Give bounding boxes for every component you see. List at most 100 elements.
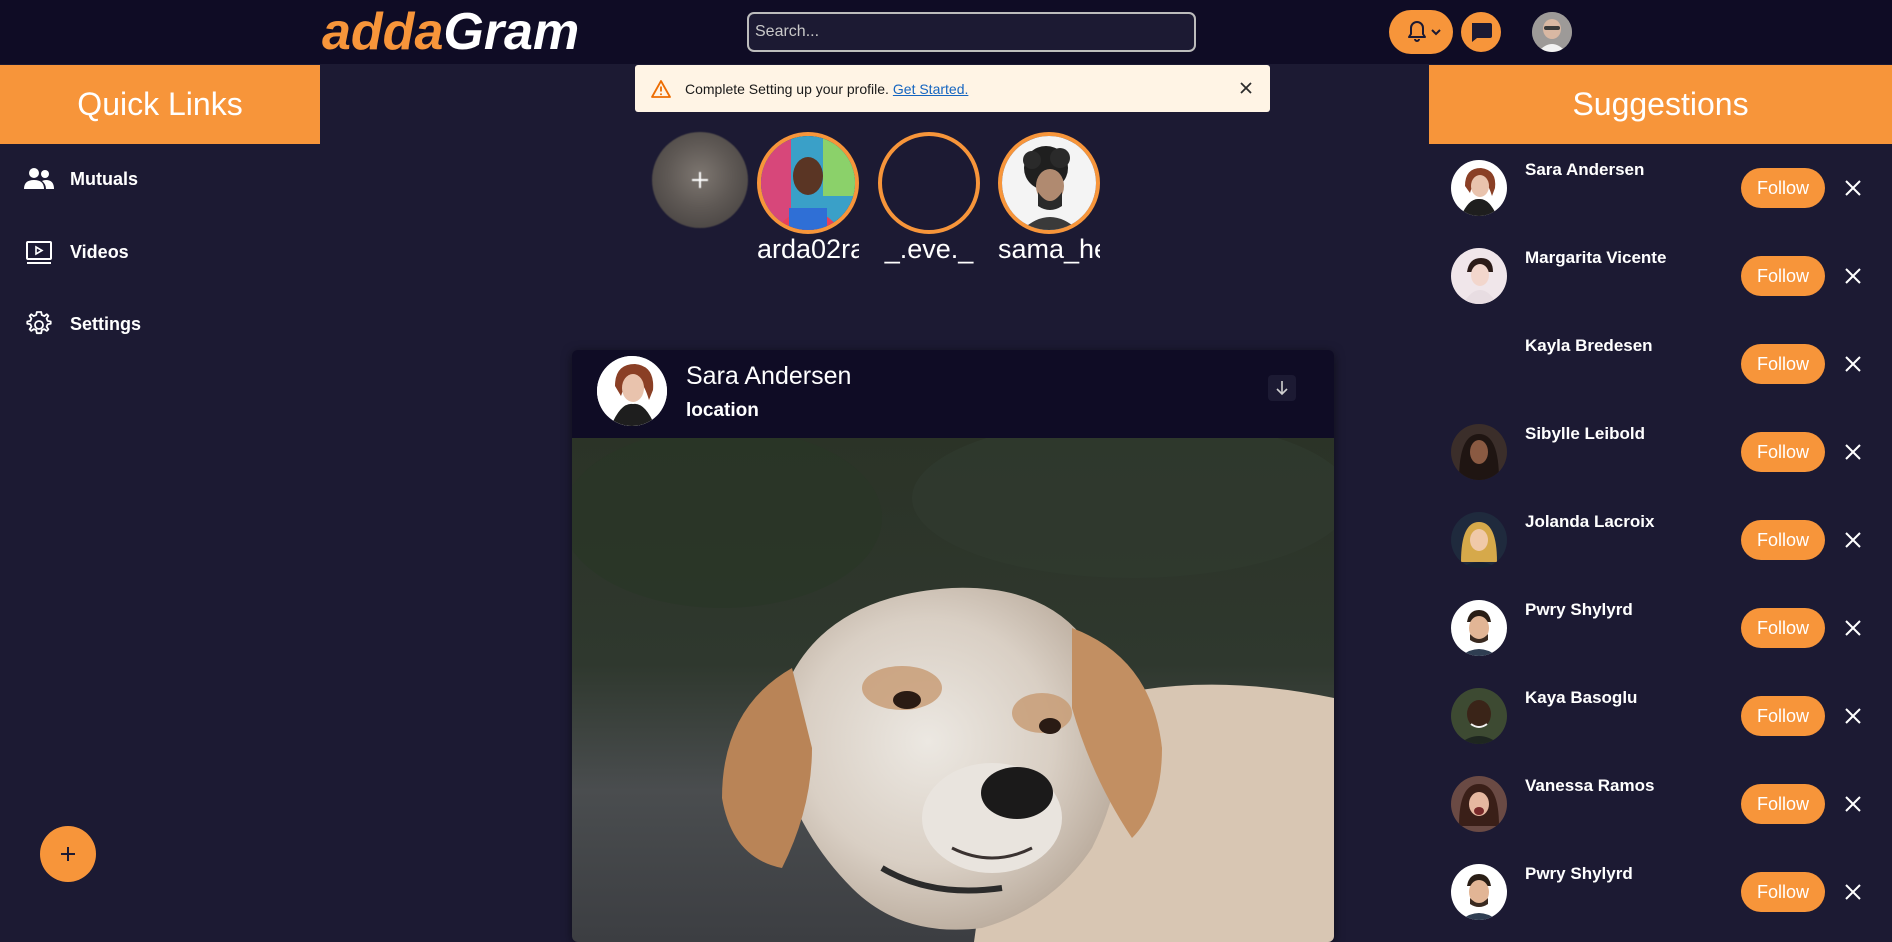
post-author-name[interactable]: Sara Andersen xyxy=(686,362,851,391)
suggestion-row: Sara Andersen Follow xyxy=(1429,160,1892,248)
logo-part-gram: Gram xyxy=(443,3,580,61)
avatar-photo xyxy=(1451,688,1507,744)
post-image[interactable] xyxy=(572,438,1334,942)
suggestion-row: Vanessa Ramos Follow xyxy=(1429,776,1892,864)
follow-button[interactable]: Follow xyxy=(1741,608,1825,648)
avatar-photo xyxy=(1451,512,1507,568)
story-avatar[interactable] xyxy=(998,132,1100,234)
suggestion-avatar[interactable] xyxy=(1451,776,1507,832)
follow-button[interactable]: Follow xyxy=(1741,256,1825,296)
gear-icon xyxy=(24,309,54,339)
notifications-button[interactable] xyxy=(1389,10,1453,54)
plus-icon xyxy=(652,132,748,228)
suggestion-avatar[interactable] xyxy=(1451,160,1507,216)
suggestion-avatar[interactable] xyxy=(1451,424,1507,480)
download-arrow-icon xyxy=(1276,381,1288,396)
dismiss-icon[interactable] xyxy=(1843,794,1863,814)
suggestion-name[interactable]: Sara Andersen xyxy=(1525,160,1644,180)
post-author-avatar[interactable] xyxy=(597,356,667,426)
follow-button[interactable]: Follow xyxy=(1741,344,1825,384)
video-icon xyxy=(24,237,54,267)
story-avatar[interactable] xyxy=(757,132,859,234)
dismiss-icon[interactable] xyxy=(1843,530,1863,550)
story-avatar[interactable] xyxy=(878,132,980,234)
sidebar-item-mutuals[interactable]: Mutuals xyxy=(24,163,138,195)
suggestion-name[interactable]: Jolanda Lacroix xyxy=(1525,512,1654,532)
story-username: sama_he xyxy=(998,234,1100,264)
app-logo[interactable]: addaGram xyxy=(322,2,579,62)
sidebar-item-label: Mutuals xyxy=(70,168,139,189)
avatar-photo xyxy=(1451,864,1507,920)
sidebar-item-label: Settings xyxy=(70,313,142,334)
suggestion-row: Kaya Basoglu Follow xyxy=(1429,688,1892,776)
suggestion-avatar[interactable] xyxy=(1451,864,1507,920)
user-avatar[interactable] xyxy=(1532,12,1572,52)
suggestion-name[interactable]: Pwry Shylyrd xyxy=(1525,864,1633,884)
messages-button[interactable] xyxy=(1461,12,1501,52)
search-input[interactable] xyxy=(747,12,1196,52)
create-post-button[interactable] xyxy=(40,826,96,882)
dismiss-icon[interactable] xyxy=(1843,354,1863,374)
story-photo xyxy=(1002,136,1096,230)
suggestion-row: Pwry Shylyrd Follow xyxy=(1429,864,1892,942)
story-username: arda02ra xyxy=(757,234,859,264)
suggestion-avatar[interactable] xyxy=(1451,248,1507,304)
follow-button[interactable]: Follow xyxy=(1741,520,1825,560)
story-username: _.eve._ xyxy=(884,234,974,264)
sidebar-item-settings[interactable]: Settings xyxy=(24,308,141,340)
post-location: location xyxy=(686,400,759,421)
suggestion-name[interactable]: Kayla Bredesen xyxy=(1525,336,1653,356)
close-icon[interactable] xyxy=(1236,78,1256,101)
suggestion-name[interactable]: Margarita Vicente xyxy=(1525,248,1666,268)
get-started-link[interactable]: Get Started. xyxy=(893,81,968,97)
follow-button[interactable]: Follow xyxy=(1741,432,1825,472)
profile-setup-alert: Complete Setting up your profile. Get St… xyxy=(635,65,1270,112)
suggestion-name[interactable]: Vanessa Ramos xyxy=(1525,776,1654,796)
warning-icon xyxy=(651,79,671,98)
suggestion-name[interactable]: Pwry Shylyrd xyxy=(1525,600,1633,620)
plus-icon xyxy=(61,847,75,861)
suggestion-name[interactable]: Sibylle Leibold xyxy=(1525,424,1645,444)
dismiss-icon[interactable] xyxy=(1843,706,1863,726)
alert-message: Complete Setting up your profile. xyxy=(685,80,889,97)
suggestion-avatar[interactable] xyxy=(1451,600,1507,656)
top-navbar: addaGram xyxy=(0,0,1892,64)
suggestion-name[interactable]: Kaya Basoglu xyxy=(1525,688,1637,708)
suggestion-row: Sibylle Leibold Follow xyxy=(1429,424,1892,512)
suggestion-row: Kayla Bredesen Follow xyxy=(1429,336,1892,424)
follow-button[interactable]: Follow xyxy=(1741,168,1825,208)
quick-links-header: Quick Links xyxy=(0,65,320,144)
suggestion-avatar[interactable] xyxy=(1451,688,1507,744)
add-story-button[interactable] xyxy=(652,132,748,228)
suggestion-row: Jolanda Lacroix Follow xyxy=(1429,512,1892,600)
suggestion-avatar[interactable] xyxy=(1451,512,1507,568)
bell-icon xyxy=(1408,21,1441,42)
follow-button[interactable]: Follow xyxy=(1741,784,1825,824)
suggestion-row: Margarita Vicente Follow xyxy=(1429,248,1892,336)
chevron-down-icon xyxy=(1431,29,1441,36)
follow-button[interactable]: Follow xyxy=(1741,696,1825,736)
post-card: Sara Andersen location xyxy=(572,350,1334,942)
dismiss-icon[interactable] xyxy=(1843,618,1863,638)
dismiss-icon[interactable] xyxy=(1843,178,1863,198)
avatar-photo xyxy=(1532,12,1572,52)
people-icon xyxy=(24,164,54,194)
avatar-photo xyxy=(1451,776,1507,832)
sidebar-item-videos[interactable]: Videos xyxy=(24,236,129,268)
suggestion-row: Pwry Shylyrd Follow xyxy=(1429,600,1892,688)
dog-photo xyxy=(572,438,1334,942)
dismiss-icon[interactable] xyxy=(1843,882,1863,902)
suggestions-header: Suggestions xyxy=(1429,65,1892,144)
dismiss-icon[interactable] xyxy=(1843,442,1863,462)
avatar-photo xyxy=(1451,248,1507,304)
dismiss-icon[interactable] xyxy=(1843,266,1863,286)
chat-icon xyxy=(1472,23,1492,42)
suggestion-avatar[interactable] xyxy=(1451,336,1507,392)
avatar-photo xyxy=(1451,600,1507,656)
logo-part-adda: adda xyxy=(322,3,444,61)
follow-button[interactable]: Follow xyxy=(1741,872,1825,912)
sidebar-item-label: Videos xyxy=(70,241,129,262)
avatar-photo xyxy=(1451,424,1507,480)
avatar-photo xyxy=(1451,160,1507,216)
download-button[interactable] xyxy=(1268,375,1296,401)
